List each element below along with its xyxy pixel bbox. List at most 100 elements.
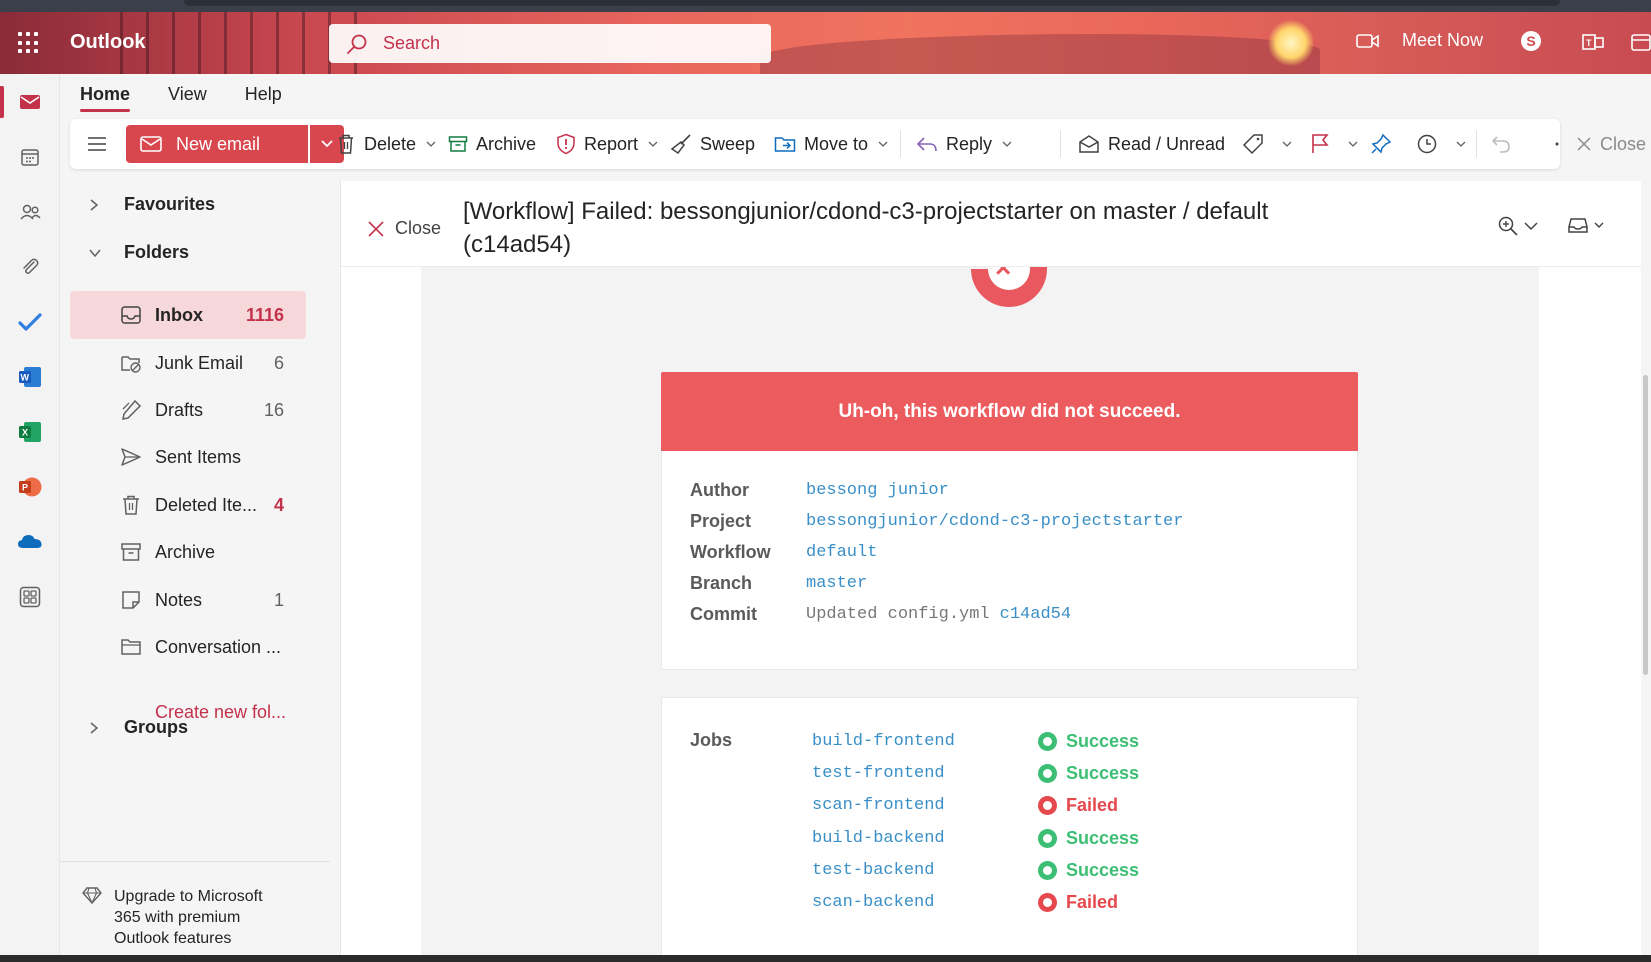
folder-deleted-items[interactable]: Deleted Ite... 4 — [70, 481, 306, 529]
folder-sent-items[interactable]: Sent Items — [70, 433, 306, 481]
ribbon-close-button[interactable]: Close — [1576, 119, 1646, 169]
app-name[interactable]: Outlook — [70, 31, 146, 54]
chevron-down-icon — [1594, 222, 1604, 228]
new-email-button[interactable]: New email — [126, 125, 308, 163]
upgrade-banner[interactable]: Upgrade to Microsoft 365 with premium Ou… — [60, 861, 330, 962]
hamburger-menu-icon[interactable] — [86, 119, 116, 169]
scrollbar-thumb[interactable] — [1643, 375, 1648, 675]
failure-banner: Uh-oh, this workflow did not succeed. — [661, 372, 1358, 451]
job-name-link[interactable]: build-frontend — [812, 732, 1038, 751]
svg-text:X: X — [22, 428, 28, 438]
report-button[interactable]: Report — [556, 119, 666, 169]
job-status: Success — [1038, 828, 1139, 849]
detail-row: Workflow default — [690, 540, 877, 564]
todo-icon[interactable] — [17, 309, 43, 335]
svg-text:W: W — [21, 373, 30, 383]
job-row: test-frontend Success — [812, 761, 1139, 785]
groups-group[interactable]: Groups — [90, 717, 188, 738]
shield-alert-icon — [557, 133, 575, 155]
folder-drafts[interactable]: Drafts 16 — [70, 386, 306, 434]
jobs-label: Jobs — [690, 730, 733, 750]
folder-notes[interactable]: Notes 1 — [70, 576, 306, 624]
skype-icon[interactable]: S — [1521, 31, 1541, 51]
folders-group[interactable]: Folders — [89, 242, 189, 263]
reading-pane-scrollbar[interactable] — [1641, 255, 1651, 955]
pin-button[interactable] — [1370, 119, 1400, 169]
chevron-down-icon — [878, 141, 888, 147]
project-link[interactable]: bessongjunior/cdond-c3-projectstarter — [806, 512, 1183, 531]
chevron-down-icon — [648, 141, 658, 147]
zoom-button[interactable] — [1497, 215, 1539, 237]
chevron-down-icon — [89, 249, 101, 257]
favourites-group[interactable]: Favourites — [90, 194, 215, 215]
job-name-link[interactable]: scan-backend — [812, 893, 1038, 912]
teams-icon[interactable]: T — [1582, 32, 1604, 52]
tab-help[interactable]: Help — [245, 74, 282, 114]
message-header: Close [Workflow] Failed: bessongjunior/c… — [341, 181, 1642, 267]
job-name-link[interactable]: test-backend — [812, 861, 1038, 880]
word-icon[interactable]: W — [17, 364, 43, 390]
header-hills-decoration — [760, 34, 1320, 74]
read-unread-label: Read / Unread — [1108, 133, 1226, 154]
job-status-text: Failed — [1066, 794, 1119, 815]
excel-icon[interactable]: X — [17, 419, 43, 445]
delete-button[interactable]: Delete — [336, 119, 444, 169]
app-launcher-icon[interactable] — [18, 32, 40, 54]
tab-view[interactable]: View — [168, 74, 207, 114]
read-unread-button[interactable]: Read / Unread — [1078, 119, 1225, 169]
more-options-icon[interactable] — [1554, 119, 1568, 169]
detail-label: Project — [690, 510, 752, 531]
people-icon[interactable] — [17, 199, 43, 225]
folder-conversation-history[interactable]: Conversation ... — [70, 623, 306, 671]
unread-count: 1116 — [245, 304, 284, 325]
author-link[interactable]: bessong junior — [806, 481, 949, 500]
pin-icon — [1371, 133, 1392, 154]
close-message-button[interactable]: Close — [367, 218, 441, 239]
envelope-open-icon — [1079, 135, 1099, 153]
attachment-icon[interactable] — [17, 254, 43, 280]
ribbon-tabs: Home View Help — [80, 74, 282, 114]
reply-button[interactable]: Reply — [916, 119, 1020, 169]
branch-link[interactable]: master — [806, 574, 867, 593]
job-name-link[interactable]: build-backend — [812, 829, 1038, 848]
commit-message: Updated config.yml — [806, 604, 990, 624]
powerpoint-icon[interactable]: P — [17, 474, 43, 500]
calendar-header-icon[interactable] — [1630, 32, 1651, 52]
commit-hash-link[interactable]: c14ad54 — [1000, 605, 1071, 624]
success-status-icon — [1038, 763, 1057, 783]
browser-tab-strip — [184, 0, 1560, 6]
ribbon-divider — [900, 130, 901, 158]
sweep-button[interactable]: Sweep — [670, 119, 755, 169]
job-name-link[interactable]: scan-frontend — [812, 796, 1038, 815]
job-status-text: Success — [1066, 859, 1140, 880]
folder-archive[interactable]: Archive — [70, 528, 306, 576]
mail-compose-icon — [140, 136, 162, 152]
flag-icon — [1312, 134, 1329, 153]
undo-button[interactable] — [1490, 119, 1520, 169]
job-status: Failed — [1038, 795, 1118, 816]
flag-button[interactable] — [1310, 119, 1366, 169]
calendar-icon[interactable] — [17, 144, 43, 170]
more-apps-icon[interactable] — [17, 584, 43, 610]
folder-junk-email[interactable]: Junk Email 6 — [70, 339, 306, 387]
archive-button[interactable]: Archive — [448, 119, 536, 169]
mail-icon[interactable] — [17, 89, 43, 115]
app-rail: W X P — [0, 74, 60, 962]
app-header: Outlook Search Meet Now S T — [0, 12, 1651, 74]
onedrive-icon[interactable] — [17, 529, 43, 555]
immersive-reader-button[interactable] — [1567, 215, 1605, 235]
svg-text:P: P — [22, 483, 28, 493]
video-camera-icon — [1356, 33, 1379, 48]
search-box[interactable]: Search — [329, 24, 771, 63]
folder-inbox[interactable]: Inbox 1116 — [70, 291, 306, 339]
categorize-button[interactable] — [1242, 119, 1300, 169]
chevron-down-icon — [426, 141, 436, 147]
tab-home[interactable]: Home — [80, 74, 131, 114]
folder-icon — [121, 639, 141, 655]
job-name-link[interactable]: test-frontend — [812, 764, 1038, 783]
zoom-in-icon — [1498, 216, 1518, 236]
meet-now-button[interactable]: Meet Now — [1356, 30, 1483, 51]
workflow-link[interactable]: default — [806, 543, 877, 562]
snooze-button[interactable] — [1416, 119, 1474, 169]
move-to-button[interactable]: Move to — [774, 119, 896, 169]
